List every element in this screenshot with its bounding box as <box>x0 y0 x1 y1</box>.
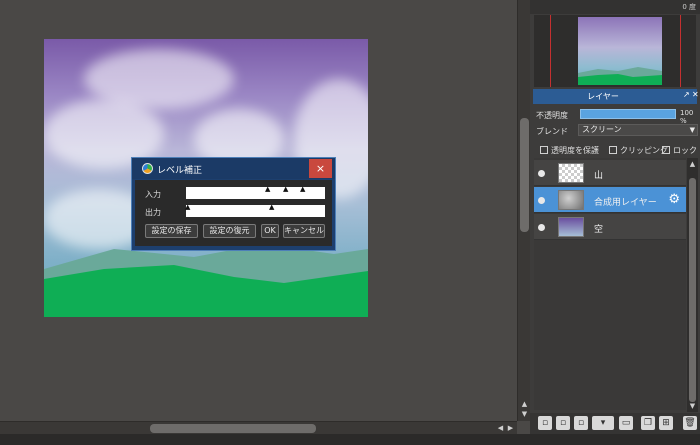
folder-icon[interactable]: ▭ <box>619 416 633 430</box>
protect-alpha-checkbox[interactable]: 透明度を保護 <box>540 145 599 156</box>
popout-icon[interactable]: ↗ <box>683 90 690 99</box>
layer-panel-title: レイヤー <box>587 92 619 101</box>
layer-thumbnail <box>558 163 584 183</box>
navigator-preview <box>578 67 662 85</box>
close-icon[interactable]: ✕ <box>692 90 699 99</box>
navigator-guide-line <box>550 15 551 87</box>
scrollbar-thumb[interactable] <box>689 178 696 402</box>
duplicate-layer-icon[interactable]: ❐ <box>641 416 655 430</box>
input-level-slider[interactable]: ▲ ▲ ▲ <box>186 186 325 199</box>
scrollbar-thumb[interactable] <box>520 118 529 232</box>
checkbox-box[interactable] <box>540 146 548 154</box>
level-correction-dialog: レベル補正 × 入力 ▲ ▲ ▲ 出力 ▲ ▲ 設定の保存 設定の復元 OK キ… <box>131 157 336 251</box>
status-bar <box>0 434 700 445</box>
lock-label: ロック <box>673 146 697 155</box>
layer-item-composite[interactable]: 合成用レイヤー ⚙ <box>534 187 686 213</box>
checkbox-box[interactable] <box>662 146 670 154</box>
trash-icon[interactable]: 🗑 <box>683 416 697 430</box>
rotation-value: 0 度 <box>682 3 696 11</box>
layer-list-scrollbar[interactable]: ▲ ▼ <box>687 158 698 412</box>
dialog-title: レベル補正 <box>157 166 203 176</box>
scroll-up-icon[interactable]: ▲ <box>688 160 697 168</box>
layer-toolbar: ▫ ▫ ▫ ▾ ▭ ❐ ⊞ 🗑 <box>530 413 700 434</box>
canvas-vertical-scrollbar[interactable]: ▲ ▼ <box>517 0 530 421</box>
eye-icon[interactable] <box>538 197 545 204</box>
layer-name: 合成用レイヤー <box>594 198 657 208</box>
output-label: 出力 <box>145 208 161 217</box>
output-level-slider[interactable]: ▲ ▲ <box>185 204 325 217</box>
opacity-value: 100 % <box>680 109 694 125</box>
opacity-slider[interactable] <box>580 109 676 119</box>
layer-item-mountain[interactable]: 山 <box>534 160 686 186</box>
blend-mode-select[interactable]: スクリーン ▼ <box>578 124 698 136</box>
slider-triangle-icon[interactable]: ▲ <box>185 204 190 211</box>
slider-triangle-icon[interactable]: ▲ <box>283 186 288 193</box>
input-label: 入力 <box>145 190 161 199</box>
new-layer-icon[interactable]: ▫ <box>538 416 552 430</box>
layer-panel-header: レイヤー ↗ ✕ <box>533 89 699 104</box>
scroll-down-icon[interactable]: ▼ <box>520 410 529 419</box>
layer-list[interactable]: 山 合成用レイヤー ⚙ 空 <box>534 158 686 410</box>
scroll-down-icon[interactable]: ▼ <box>688 402 697 410</box>
clipping-checkbox[interactable]: クリッピング <box>609 145 668 156</box>
add-layer-dropdown-icon[interactable]: ▾ <box>592 416 614 430</box>
ok-button[interactable]: OK <box>261 224 279 238</box>
dialog-body: 入力 ▲ ▲ ▲ 出力 ▲ ▲ 設定の保存 設定の復元 OK キャンセル <box>135 180 332 246</box>
opacity-label: 不透明度 <box>536 111 568 120</box>
layer-name: 空 <box>594 225 604 235</box>
eye-icon[interactable] <box>538 224 545 231</box>
close-icon: × <box>315 162 326 175</box>
eye-icon[interactable] <box>538 170 545 177</box>
app-icon <box>142 163 153 174</box>
slider-triangle-icon[interactable]: ▲ <box>269 204 274 211</box>
layer-thumbnail <box>558 217 584 237</box>
save-settings-button[interactable]: 設定の保存 <box>145 224 198 238</box>
navigator-thumbnail[interactable] <box>578 17 662 85</box>
rotation-strip: 0 度 <box>530 0 700 14</box>
scroll-up-icon[interactable]: ▲ <box>520 400 529 409</box>
checkbox-box[interactable] <box>609 146 617 154</box>
slider-triangle-icon[interactable]: ▲ <box>265 186 270 193</box>
dialog-titlebar[interactable]: レベル補正 × <box>132 158 335 179</box>
new-vector-layer-icon[interactable]: ▫ <box>574 416 588 430</box>
canvas-workspace[interactable]: レベル補正 × 入力 ▲ ▲ ▲ 出力 ▲ ▲ 設定の保存 設定の復元 OK キ… <box>0 0 517 421</box>
slider-triangle-icon[interactable]: ▲ <box>300 186 305 193</box>
layer-name: 山 <box>594 171 604 181</box>
chevron-down-icon: ▼ <box>689 126 695 134</box>
blend-label: ブレンド <box>536 127 568 136</box>
scrollbar-thumb[interactable] <box>150 424 316 433</box>
blend-mode-value: スクリーン <box>582 125 622 134</box>
clipping-label: クリッピング <box>620 146 668 155</box>
new-raster-layer-icon[interactable]: ▫ <box>556 416 570 430</box>
navigator-guide-line <box>680 15 681 87</box>
scroll-right-icon[interactable]: ▶ <box>506 424 515 433</box>
layer-item-sky[interactable]: 空 <box>534 214 686 240</box>
navigator-panel[interactable] <box>534 15 696 87</box>
lock-checkbox[interactable]: ロック <box>662 145 697 156</box>
close-button[interactable]: × <box>309 159 332 178</box>
scroll-left-icon[interactable]: ◀ <box>496 424 505 433</box>
protect-alpha-label: 透明度を保護 <box>551 146 599 155</box>
canvas-horizontal-scrollbar[interactable]: ◀ ▶ <box>0 421 517 434</box>
merge-layer-icon[interactable]: ⊞ <box>659 416 673 430</box>
restore-settings-button[interactable]: 設定の復元 <box>203 224 256 238</box>
gear-icon[interactable]: ⚙ <box>668 192 680 207</box>
right-panel: 0 度 レイヤー ↗ ✕ 不透明度 100 % ブレンド スクリーン ▼ 透明度… <box>530 0 700 434</box>
layer-thumbnail <box>558 190 584 210</box>
cancel-button[interactable]: キャンセル <box>283 224 325 238</box>
